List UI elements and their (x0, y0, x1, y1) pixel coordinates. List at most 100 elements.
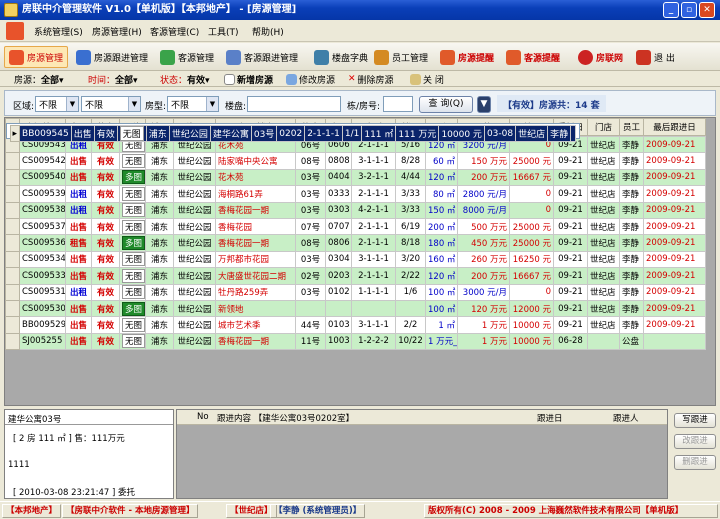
table-cell: 世纪公园 (173, 201, 216, 219)
table-cell: 0 (509, 201, 554, 219)
image-badge[interactable]: 无图 (122, 154, 145, 169)
close-button[interactable]: ✕ (699, 2, 715, 18)
menu-tools[interactable]: 工具(T) (208, 25, 239, 38)
district-select[interactable]: 不限 ▼ (35, 96, 79, 112)
table-cell: 1 万元_ (425, 332, 458, 351)
write-follow-button[interactable]: 写跟进 (674, 413, 716, 428)
image-badge[interactable]: 无图 (122, 268, 145, 283)
table-cell: 1-1-1-1 (351, 283, 396, 301)
time-filter[interactable]: 时间：全部▾ (88, 73, 138, 86)
minimize-button[interactable]: _ (663, 2, 679, 18)
chevron-down-icon: ▼ (66, 97, 78, 111)
image-badge[interactable]: 无图 (122, 219, 145, 234)
table-cell: 世纪公园 (173, 250, 216, 269)
column-header[interactable]: 最后跟进日 (643, 118, 706, 136)
table-cell: 世纪店 (515, 124, 549, 143)
table-cell: 世纪店 (587, 168, 620, 187)
toolbar-customer-reminder-button[interactable]: 客源提醒 (502, 46, 564, 68)
table-cell: 09-21 (553, 299, 588, 318)
table-row[interactable]: BB009529 出售 有效 无图 浦东 世纪公园 城市艺术季 44号 0103 3-1-1-1 2… (5, 316, 706, 334)
table-cell: 8/18 (395, 234, 426, 252)
table-cell: 111 ㎡ (361, 124, 397, 143)
search-panel: 区域: 不限 ▼ 不限 ▼ 房型: 不限 ▼ 楼盘: 栋/房号: 查 询(Q) ▼ 【… (4, 90, 716, 116)
status-label: 状态： (160, 76, 188, 86)
table-cell: 3/33 (395, 201, 426, 219)
query-button[interactable]: 查 询(Q) (419, 96, 473, 113)
status-filter[interactable]: 状态：有效▾ (160, 73, 210, 86)
table-cell: 1/1 (341, 124, 363, 143)
table-cell: 浦东 (145, 234, 174, 252)
edit-house-label: 修改房源 (299, 75, 336, 86)
image-badge[interactable]: 多图 (122, 301, 145, 316)
close-panel-button[interactable]: 关 闭 (410, 72, 444, 86)
image-badge[interactable]: 多图 (122, 170, 145, 185)
add-house-button[interactable]: 新增房源 (224, 72, 273, 86)
toolbar-label: 房源管理 (27, 53, 64, 64)
table-cell: 世纪公园 (173, 168, 216, 187)
image-badge[interactable]: 无图 (122, 317, 145, 332)
image-badge[interactable]: 无图 (122, 203, 145, 218)
delete-follow-button[interactable]: 删跟进 (674, 455, 716, 470)
advanced-search-toggle[interactable]: ▼ (477, 96, 491, 113)
toolbar-staff-button[interactable]: 员工管理 (370, 46, 432, 68)
table-row[interactable]: SJ005255 出售 有效 无图 浦东 世纪公园 香梅花园一期 11号 1003 1-2-2-2… (5, 332, 706, 351)
table-cell: 世纪公园 (173, 267, 216, 285)
estate-input[interactable] (247, 96, 341, 112)
edit-follow-button[interactable]: 改跟进 (674, 434, 716, 449)
image-badge[interactable]: 无图 (122, 252, 145, 267)
table-cell: 0102 (325, 283, 352, 301)
table-cell: 3-1-1-1 (351, 152, 396, 170)
table-row[interactable]: CS009537 出售 有效 无图 浦东 世纪公园 香梅花园 07号 0707 2-1-1-1 6/… (5, 217, 706, 236)
home-icon[interactable] (6, 22, 24, 40)
subdistrict-select[interactable]: 不限 ▼ (81, 96, 141, 112)
house-reminder-icon (440, 49, 455, 65)
source-filter[interactable]: 房源：全部▾ (14, 73, 64, 86)
column-header[interactable]: 门店 (587, 118, 620, 136)
chevron-down-icon: ▼ (206, 97, 218, 111)
table-cell: 2009-09-21 (643, 234, 706, 252)
unit-input[interactable] (383, 96, 413, 112)
edit-house-button[interactable]: 修改房源 (286, 72, 335, 86)
column-header[interactable]: 员工 (619, 118, 644, 136)
toolbar-house-management-button[interactable]: 房源管理 (4, 46, 69, 68)
table-cell: 25000 元 (509, 234, 554, 252)
menu-system[interactable]: 系统管理(S) (34, 25, 83, 38)
menu-house[interactable]: 房源管理(H) (92, 25, 142, 38)
type-select[interactable]: 不限 ▼ (167, 96, 219, 112)
maximize-button[interactable]: ▫ (681, 2, 697, 18)
source-value: 全部 (41, 76, 60, 86)
image-badge[interactable]: 无图 (119, 126, 144, 141)
image-badge[interactable]: 无图 (122, 186, 145, 201)
toolbar-customer-follow-button[interactable]: 客源跟进管理 (222, 46, 302, 68)
table-cell: 2/22 (395, 267, 426, 285)
table-row[interactable]: ▸ BB009545 出售 有效 无图 浦东 世纪公园 建华公寓 03号 0202 2-1-1-1 1… (5, 123, 581, 143)
table-cell: 1 ㎡ (425, 316, 458, 334)
table-row[interactable]: CS009542 出售 有效 无图 浦东 世纪公园 陆家嘴中央公寓 08号 0808 3-1-1-… (5, 152, 706, 170)
table-cell: 150 万元 (457, 152, 510, 170)
title-bar: 房联中介管理软件 V1.0【单机版】【本邦地产】 - [房源管理] _ ▫ ✕ (0, 0, 720, 20)
table-row[interactable]: CS009534 出售 有效 无图 浦东 世纪公园 万邦都市花园 03号 0304 3-1-1-1… (5, 250, 706, 269)
toolbar-house-follow-button[interactable]: 房源跟进管理 (72, 46, 152, 68)
menu-customer[interactable]: 客源管理(C) (150, 25, 199, 38)
toolbar-house-reminder-button[interactable]: 房源提醒 (436, 46, 498, 68)
image-badge[interactable]: 无图 (122, 285, 145, 300)
image-badge[interactable]: 无图 (122, 334, 145, 349)
row-indicator (5, 283, 20, 301)
toolbar-customer-button[interactable]: 客源管理 (156, 46, 218, 68)
table-row[interactable]: CS009540 出售 有效 多图 浦东 世纪公园 花木苑 03号 0404 3-2-1-1 4/4… (5, 168, 706, 187)
toolbar-building-dict-button[interactable]: 楼盘字典 (310, 46, 372, 68)
table-row[interactable]: CS009536 租售 有效 多图 浦东 世纪公园 香梅花园一期 08号 0806 2-1-1-1… (5, 234, 706, 252)
table-row[interactable]: CS009530 出售 有效 多图 浦东 世纪公园 新领地 100 ㎡ 120 万元 12000 … (5, 299, 706, 318)
table-row[interactable]: CS009538 出租 有效 无图 浦东 世纪公园 香梅花园一期 03号 0303 4-2-1-1… (5, 201, 706, 219)
table-row[interactable]: CS009533 出售 有效 无图 浦东 世纪公园 大唐盛世花园二期 02号 0203 2-1-1… (5, 267, 706, 285)
toolbar-exit-button[interactable]: 退 出 (632, 46, 679, 68)
table-row[interactable]: CS009539 出租 有效 无图 浦东 世纪公园 海桐路61弄 03号 0333 2-1-1-1… (5, 185, 706, 203)
status-app: 【房联中介软件 - 本地房源管理】 (62, 504, 199, 518)
time-value: 全部 (115, 76, 134, 86)
toolbar-network-button[interactable]: 房联网 (574, 46, 627, 68)
table-row[interactable]: CS009531 出租 有效 无图 浦东 世纪公园 牡丹路259弄 03号 0102 1-1-1-… (5, 283, 706, 301)
menu-help[interactable]: 帮助(H) (252, 25, 284, 38)
image-badge[interactable]: 多图 (122, 236, 145, 251)
delete-house-button[interactable]: ✕ 删除房源 (348, 72, 394, 86)
table-cell: 有效 (91, 332, 120, 351)
